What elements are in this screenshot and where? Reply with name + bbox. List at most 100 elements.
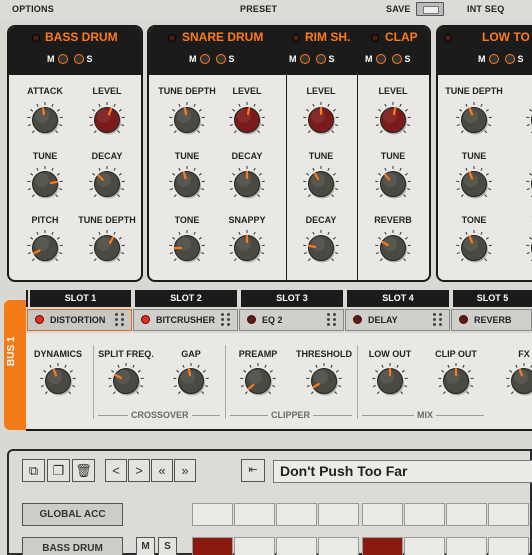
load-pattern-icon[interactable]: ⇤: [241, 459, 265, 482]
slot-5-effect[interactable]: REVERB: [451, 309, 532, 331]
pitch-knob[interactable]: [27, 230, 63, 266]
rim-solo-led[interactable]: [315, 53, 326, 64]
low-tom-solo-button[interactable]: S: [518, 54, 524, 64]
clap-mute-led[interactable]: [375, 53, 386, 64]
slot-3-grip-icon[interactable]: [327, 313, 339, 327]
slot-3-effect[interactable]: EQ 2: [239, 309, 344, 331]
global-acc-step-4[interactable]: [318, 503, 359, 526]
bass-drum-step-4[interactable]: [318, 537, 359, 555]
slot-4-effect[interactable]: DELAY: [345, 309, 450, 331]
bd-tune-knob[interactable]: [27, 166, 63, 202]
snappy-knob[interactable]: [229, 230, 265, 266]
options-menu[interactable]: OPTIONS: [12, 4, 54, 14]
rim-decay-knob[interactable]: [303, 230, 339, 266]
low-out-knob[interactable]: [372, 363, 408, 399]
clip-out-knob[interactable]: [438, 363, 474, 399]
bass-drum-step-6[interactable]: [404, 537, 445, 555]
bass-drum-step-1[interactable]: [192, 537, 233, 555]
global-acc-step-6[interactable]: [404, 503, 445, 526]
sd-tune-knob[interactable]: [169, 166, 205, 202]
paste-icon[interactable]: ❐: [47, 459, 70, 482]
rim-mute-led[interactable]: [299, 53, 310, 64]
pattern-name-field[interactable]: Don't Push Too Far: [273, 460, 532, 483]
sd-level-knob[interactable]: [229, 102, 265, 138]
bd-decay-knob[interactable]: [89, 166, 125, 202]
copy-icon[interactable]: ⧉: [22, 459, 45, 482]
bass-drum-step-5[interactable]: [362, 537, 403, 555]
bass-drum-step-8[interactable]: [488, 537, 529, 555]
bd-level-knob[interactable]: [89, 102, 125, 138]
row-mute-button[interactable]: M: [136, 537, 155, 555]
snare-mute-button[interactable]: M: [189, 54, 197, 64]
last-pattern-icon[interactable]: »: [174, 459, 196, 482]
low-tom-title: LOW TO: [482, 30, 530, 44]
lt-tune-depth-knob[interactable]: [456, 102, 492, 138]
prev-pattern-icon[interactable]: <: [105, 459, 127, 482]
bass-drum-step-2[interactable]: [234, 537, 275, 555]
global-acc-step-3[interactable]: [276, 503, 317, 526]
slot-1-effect-label: DISTORTION: [50, 315, 106, 325]
slot-2-grip-icon[interactable]: [221, 313, 233, 327]
slot-5-led[interactable]: [459, 315, 468, 324]
preset-menu[interactable]: PRESET: [240, 4, 277, 14]
preamp-knob[interactable]: [240, 363, 276, 399]
rim-level-knob[interactable]: [303, 102, 339, 138]
global-acc-row[interactable]: GLOBAL ACC: [22, 503, 123, 526]
rim-shot-led[interactable]: [292, 34, 300, 42]
slot-1-effect[interactable]: DISTORTION: [27, 309, 132, 331]
next-pattern-icon[interactable]: >: [128, 459, 150, 482]
snare-solo-button[interactable]: S: [229, 54, 235, 64]
int-seq-label[interactable]: INT SEQ: [467, 4, 504, 14]
slot-2-effect[interactable]: BITCRUSHER: [133, 309, 238, 331]
slot-1-grip-icon[interactable]: [115, 313, 127, 327]
delete-icon[interactable]: 🗑: [72, 459, 95, 482]
low-tom-led[interactable]: [444, 34, 452, 42]
lt-tune2-knob[interactable]: [526, 230, 532, 266]
sd-tune-depth-knob[interactable]: [169, 102, 205, 138]
rim-tune-knob[interactable]: [303, 166, 339, 202]
threshold-knob[interactable]: [306, 363, 342, 399]
slot-4-grip-icon[interactable]: [433, 313, 445, 327]
lt-level-knob[interactable]: [526, 102, 532, 138]
bass-drum-led[interactable]: [32, 34, 40, 42]
lt-tone-knob[interactable]: [456, 230, 492, 266]
bass-drum-solo-button[interactable]: S: [87, 54, 93, 64]
clap-level-knob[interactable]: [375, 102, 411, 138]
crossover-group-label: CROSSOVER: [128, 410, 192, 420]
low-tom-mute-button[interactable]: M: [478, 54, 486, 64]
row-solo-button[interactable]: S: [158, 537, 177, 555]
lt-tune-knob[interactable]: [456, 166, 492, 202]
lt-decay-knob[interactable]: [526, 166, 532, 202]
sd-decay-knob[interactable]: [229, 166, 265, 202]
slot-2-led[interactable]: [141, 315, 150, 324]
bass-drum-row[interactable]: BASS DRUM: [22, 537, 123, 555]
snare-drum-led[interactable]: [168, 34, 176, 42]
clap-tune-knob[interactable]: [375, 166, 411, 202]
reverb-knob[interactable]: [375, 230, 411, 266]
dynamics-knob[interactable]: [40, 363, 76, 399]
save-switch[interactable]: [416, 2, 444, 16]
global-acc-step-5[interactable]: [362, 503, 403, 526]
fx-knob[interactable]: [506, 363, 532, 399]
slot-3-led[interactable]: [247, 315, 256, 324]
bass-drum-step-3[interactable]: [276, 537, 317, 555]
split-freq-knob[interactable]: [108, 363, 144, 399]
global-acc-step-7[interactable]: [446, 503, 487, 526]
bd-tune-depth-knob[interactable]: [89, 230, 125, 266]
slot-1-led[interactable]: [35, 315, 44, 324]
global-acc-step-8[interactable]: [488, 503, 529, 526]
slot-4-led[interactable]: [353, 315, 362, 324]
bass-drum-step-7[interactable]: [446, 537, 487, 555]
clap-led[interactable]: [371, 34, 379, 42]
snare-mute-led: [199, 53, 210, 64]
attack-knob[interactable]: [27, 102, 63, 138]
bass-drum-mute-button[interactable]: M: [47, 54, 55, 64]
sd-tone-knob[interactable]: [169, 230, 205, 266]
clap-solo-led[interactable]: [391, 53, 402, 64]
bass-drum-panel: BASS DRUM MS ATTACK LEVEL TUNE DECAY PIT…: [7, 25, 143, 282]
first-pattern-icon[interactable]: «: [151, 459, 173, 482]
global-acc-step-2[interactable]: [234, 503, 275, 526]
global-acc-step-1[interactable]: [192, 503, 233, 526]
reverb-label: REVERB: [374, 215, 412, 225]
gap-knob[interactable]: [173, 363, 209, 399]
